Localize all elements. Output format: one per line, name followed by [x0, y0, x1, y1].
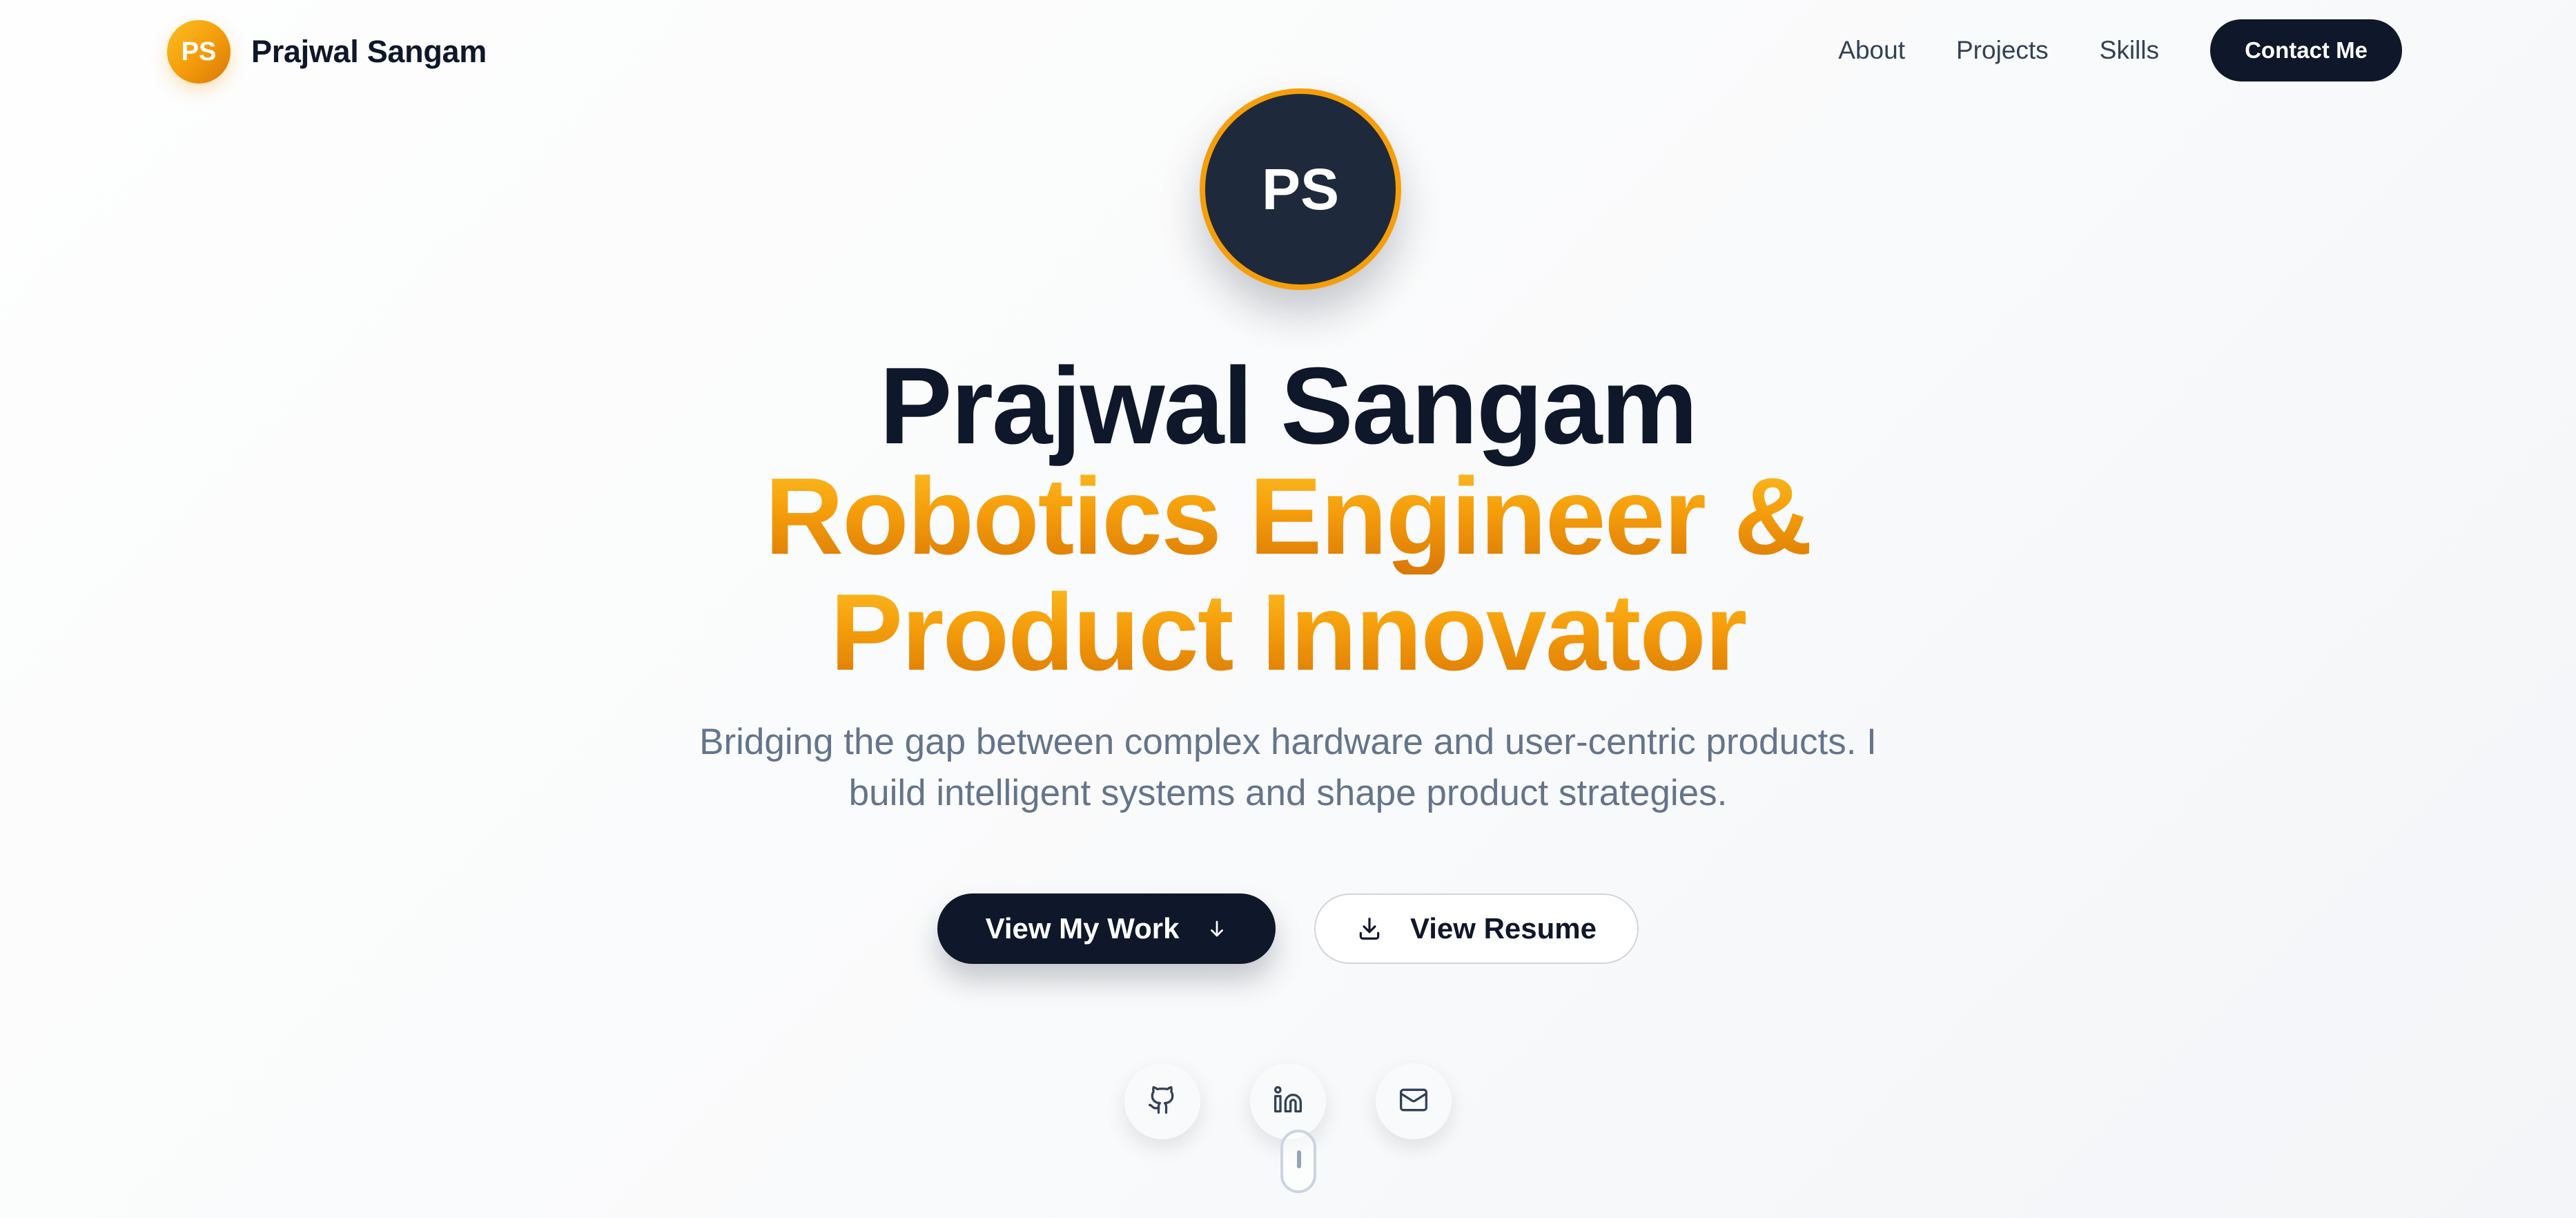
hero-name: Prajwal Sangam	[879, 345, 1698, 467]
hero-tagline-line-1: Bridging the gap between complex hardwar…	[699, 722, 1877, 762]
mail-icon	[1398, 1085, 1429, 1119]
hero-role: Robotics Engineer & Product Innovator	[0, 458, 2576, 690]
scroll-indicator-dot	[1297, 1150, 1301, 1168]
scroll-indicator[interactable]	[1280, 1130, 1316, 1193]
github-link[interactable]	[1124, 1063, 1200, 1139]
hero-tagline-line-2: build intelligent systems and shape prod…	[848, 773, 1728, 813]
email-link[interactable]	[1376, 1063, 1452, 1139]
view-my-work-button[interactable]: View My Work	[937, 893, 1276, 964]
download-icon	[1356, 916, 1383, 942]
linkedin-link[interactable]	[1250, 1063, 1326, 1139]
linkedin-icon	[1273, 1085, 1303, 1119]
hero-tagline: Bridging the gap between complex hardwar…	[690, 717, 1886, 819]
view-resume-button[interactable]: View Resume	[1314, 893, 1639, 964]
social-links	[0, 1063, 2576, 1139]
hero-actions: View My Work View Resume	[0, 893, 2576, 964]
github-icon	[1147, 1085, 1178, 1119]
hero-role-line-1: Robotics Engineer &	[765, 456, 1813, 577]
hero-section: PS Prajwal Sangam Robotics Engineer & Pr…	[0, 0, 2576, 1218]
view-resume-label: View Resume	[1409, 912, 1597, 945]
avatar: PS	[1200, 88, 1401, 290]
arrow-down-icon	[1207, 918, 1227, 939]
view-my-work-label: View My Work	[985, 912, 1180, 945]
hero-role-line-2: Product Innovator	[830, 572, 1748, 693]
